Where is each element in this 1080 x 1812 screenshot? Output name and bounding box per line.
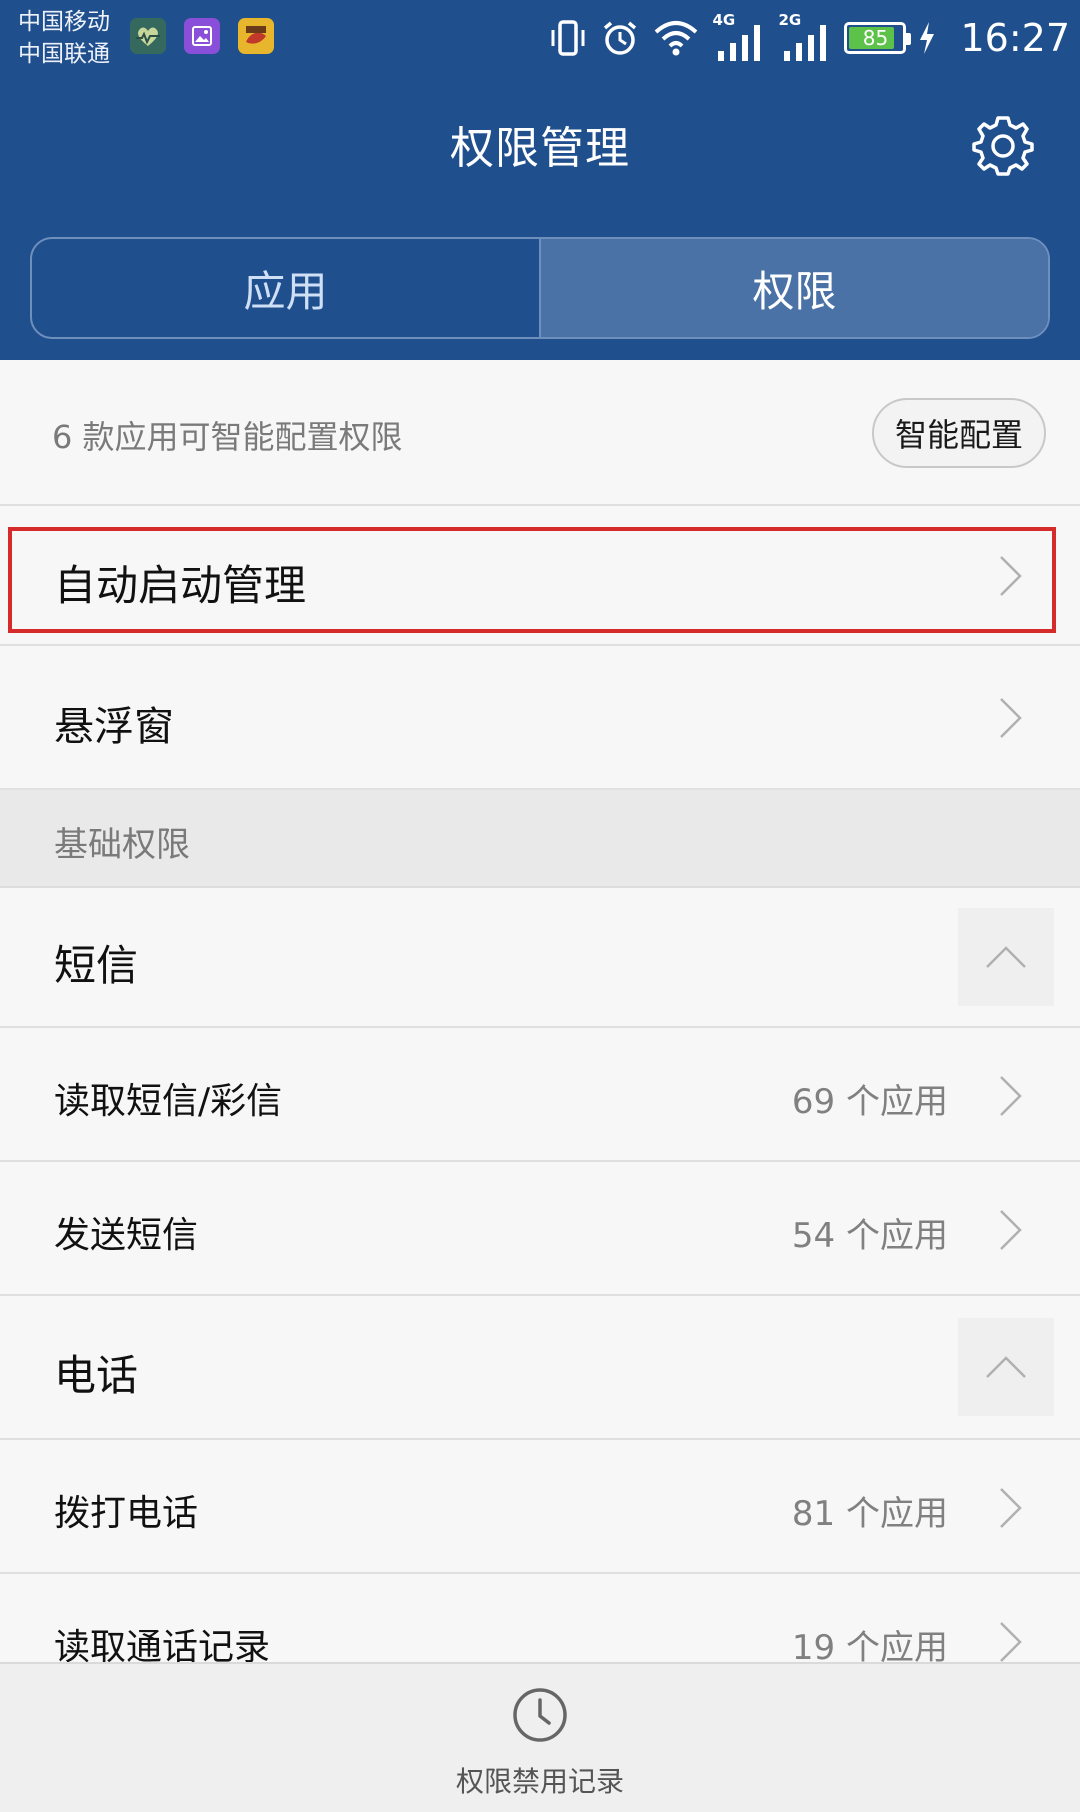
smart-config-button[interactable]: 智能配置 <box>872 398 1046 468</box>
signal-icon: 4G <box>712 11 766 63</box>
collapse-button[interactable] <box>958 908 1054 1006</box>
status-bar: 中国移动 中国联通 4G 2G 85 16:27 <box>0 0 1080 75</box>
alarm-icon <box>604 21 637 55</box>
section-header: 基础权限 <box>0 790 1080 888</box>
disabled-permissions-log-label: 权限禁用记录 <box>455 1765 624 1798</box>
wifi-icon <box>655 21 698 56</box>
app-count: 54 个应用 <box>791 1216 948 1256</box>
notification-icons <box>130 18 274 54</box>
list-item-label: 读取短信/彩信 <box>54 1081 283 1122</box>
tab-apps[interactable]: 应用 <box>32 239 539 337</box>
list-item-autostart[interactable]: 自动启动管理 <box>0 508 1080 646</box>
list-item[interactable]: 发送短信 54 个应用 <box>0 1164 1080 1296</box>
list-item-label: 拨打电话 <box>54 1493 199 1534</box>
app-header: 中国移动 中国联通 4G 2G 85 16:27 权限管理 应用 权限 <box>0 0 1080 360</box>
chevron-right-icon <box>1000 1488 1022 1528</box>
chevron-up-icon <box>986 946 1026 968</box>
bottom-bar[interactable]: 权限禁用记录 <box>0 1662 1080 1812</box>
charging-icon <box>920 22 935 54</box>
status-time: 16:27 <box>960 16 1070 60</box>
battery-icon: 85 <box>844 22 912 54</box>
list-item[interactable]: 拨打电话 81 个应用 <box>0 1442 1080 1574</box>
app-count: 81 个应用 <box>791 1494 948 1534</box>
battery-percent: 85 <box>862 26 889 50</box>
chevron-right-icon <box>1000 556 1022 596</box>
health-app-icon <box>130 18 166 54</box>
signal-icon: 2G <box>778 11 832 63</box>
smart-config-row: 6 款应用可智能配置权限 智能配置 <box>0 360 1080 506</box>
list-item-label: 悬浮窗 <box>54 704 174 750</box>
carrier-2: 中国联通 <box>18 41 110 67</box>
chevron-right-icon <box>1000 1076 1022 1116</box>
carrier-info: 中国移动 中国联通 <box>18 6 110 70</box>
gallery-app-icon <box>184 18 220 54</box>
clock-icon[interactable] <box>511 1686 569 1744</box>
gear-icon[interactable] <box>970 112 1036 178</box>
app-count: 69 个应用 <box>791 1082 948 1122</box>
tab-bar: 应用 权限 <box>30 237 1050 339</box>
vibrate-icon <box>551 20 585 56</box>
list-item-floating-window[interactable]: 悬浮窗 <box>0 648 1080 790</box>
chevron-right-icon <box>1000 698 1022 738</box>
list-item-label: 自动启动管理 <box>54 561 307 610</box>
page-title: 权限管理 <box>450 123 630 174</box>
list-item-label: 发送短信 <box>54 1215 199 1256</box>
group-title: 电话 <box>54 1351 139 1400</box>
status-icons: 4G 2G 85 16:27 <box>548 10 1070 66</box>
group-title: 短信 <box>54 941 139 990</box>
group-header-sms[interactable]: 短信 <box>0 888 1080 1028</box>
smart-config-text: 6 款应用可智能配置权限 <box>52 418 403 456</box>
tab-permissions[interactable]: 权限 <box>539 239 1048 337</box>
chevron-up-icon <box>986 1356 1026 1378</box>
list-item[interactable]: 读取短信/彩信 69 个应用 <box>0 1030 1080 1162</box>
chevron-right-icon <box>1000 1622 1022 1662</box>
section-title: 基础权限 <box>54 825 190 865</box>
carrier-1: 中国移动 <box>18 9 110 35</box>
chevron-right-icon <box>1000 1210 1022 1250</box>
group-header-phone[interactable]: 电话 <box>0 1298 1080 1440</box>
collapse-button[interactable] <box>958 1318 1054 1416</box>
game-app-icon <box>238 18 274 54</box>
